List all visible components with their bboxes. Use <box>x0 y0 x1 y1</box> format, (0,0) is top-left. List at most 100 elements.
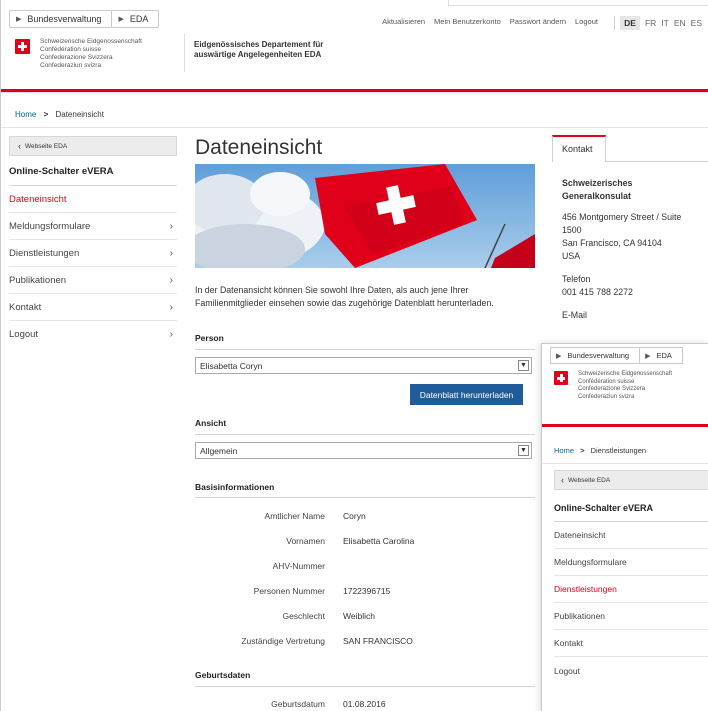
back-label: Webseite EDA <box>568 476 611 484</box>
download-datasheet-button[interactable]: Datenblatt herunterladen <box>410 384 523 405</box>
field-value: Coryn <box>343 511 366 521</box>
department-line: Eidgenössisches Departement für <box>194 40 324 49</box>
lang-de[interactable]: DE <box>620 16 640 30</box>
triangle-right-icon: ▶ <box>118 16 124 23</box>
crumb-label: Bundesverwaltung <box>567 351 630 360</box>
field-key: Zuständige Vertretung <box>241 636 325 646</box>
chevron-right-icon: › <box>169 247 173 259</box>
main-page: nebenmerkblatt ▶ Bundesverwaltung ▶ EDA Ak… <box>0 0 708 711</box>
crumb-bundesverwaltung[interactable]: ▶ Bundesverwaltung <box>9 10 113 28</box>
crumb-label: EDA <box>129 14 149 24</box>
sidebar-item-meldungsformulare[interactable]: Meldungsformulare› <box>9 213 177 240</box>
lang-line: Schweizerische Eidgenossenschaft <box>40 38 142 45</box>
sidebar-item-kontakt[interactable]: Kontakt› <box>554 630 708 657</box>
sidebar-item-label: Meldungsformulare <box>9 220 91 232</box>
sidebar-item-label: Dienstleistungen <box>554 584 617 594</box>
chevron-left-icon: ‹ <box>561 475 564 485</box>
sidebar-title: Online-Schalter eVERA <box>9 166 177 186</box>
user-links: Aktualisieren Mein Benutzerkonto Passwor… <box>382 17 598 26</box>
field-key: Vornamen <box>286 536 325 546</box>
crumb-bundesverwaltung[interactable]: ▶ Bundesverwaltung <box>550 347 641 364</box>
field-value: 01.08.2016 <box>343 699 386 709</box>
chevron-left-icon: ‹ <box>18 141 21 151</box>
link-change-password[interactable]: Passwort ändern <box>510 17 566 26</box>
crumb-label: Bundesverwaltung <box>27 14 102 24</box>
triangle-right-icon: ▶ <box>645 352 651 360</box>
swiss-flags-illustration <box>195 164 535 268</box>
field-key: Personen Nummer <box>253 586 325 596</box>
link-refresh[interactable]: Aktualisieren <box>382 17 425 26</box>
divider <box>1 127 708 128</box>
mobile-view-screenshot: ▶ Bundesverwaltung ▶ EDA Schweizerische Ei… <box>541 343 708 711</box>
person-select[interactable]: Elisabetta Coryn ▼ <box>195 357 532 374</box>
department-line: auswärtige Angelegenheiten EDA <box>194 50 322 59</box>
sidebar-item-label: Publikationen <box>554 611 606 621</box>
breadcrumb-current: Dienstleistungen <box>590 446 647 455</box>
swiss-flag-icon <box>15 39 30 54</box>
breadcrumb-home[interactable]: Home <box>554 446 574 455</box>
breadcrumb-separator: > <box>580 446 585 455</box>
person-select-value: Elisabetta Coryn <box>200 360 263 371</box>
crumb-eda[interactable]: ▶ EDA <box>111 10 160 28</box>
breadcrumb: Home > Dateneinsicht <box>15 110 104 119</box>
lang-es[interactable]: ES <box>691 18 702 28</box>
contact-phone-label: Telefon <box>562 274 591 284</box>
divider <box>614 16 616 30</box>
sidebar-item-dienstleistungen[interactable]: Dienstleistungen <box>554 576 708 603</box>
person-label: Person <box>195 333 224 343</box>
sidebar-item-dienstleistungen[interactable]: Dienstleistungen › <box>9 240 177 267</box>
ansicht-select[interactable]: Allgemein ▼ <box>195 442 532 459</box>
language-switcher: DE FR IT EN ES <box>608 12 708 34</box>
chevron-right-icon: › <box>169 301 173 313</box>
basis-label: Basisinformationen <box>195 482 275 492</box>
confederation-names: Schweizerische Eidgenossenschaft Confédé… <box>40 38 142 70</box>
sidebar-item-label: Publikationen <box>9 274 67 286</box>
breadcrumb-home[interactable]: Home <box>15 110 36 119</box>
sidebar-item-dateneinsicht[interactable]: Dateneinsicht› <box>554 522 708 549</box>
link-logout[interactable]: Logout <box>575 17 598 26</box>
field-key: Geburtsdatum <box>271 699 325 709</box>
lang-line: Confederaziun svizra <box>578 393 635 400</box>
lang-line: Confederazione Svizzera <box>578 386 646 392</box>
divider <box>195 434 535 435</box>
confederation-logo[interactable]: Schweizerische Eidgenossenschaft Confédé… <box>554 371 672 401</box>
intro-text: In der Datenansicht können Sie sowohl Ih… <box>195 285 494 308</box>
lang-line: Confédération suisse <box>40 46 102 53</box>
sidebar-item-logout[interactable]: Logout› <box>9 321 177 348</box>
sidebar-item-label: Dateneinsicht <box>9 193 67 205</box>
sidebar-item-publikationen[interactable]: Publikationen› <box>9 267 177 294</box>
contact-address: San Francisco, CA 94104 <box>562 238 662 248</box>
chevron-down-icon: ▼ <box>518 360 529 371</box>
sidebar: ‹ Webseite EDA Online-Schalter eVERA Dat… <box>9 136 177 348</box>
lang-it[interactable]: IT <box>661 18 669 28</box>
back-to-website-button[interactable]: ‹ Webseite EDA <box>554 470 708 490</box>
sidebar-item-meldungsformulare[interactable]: Meldungsformulare› <box>554 549 708 576</box>
field-value: Elisabetta Carolina <box>343 536 415 546</box>
sidebar-item-publikationen[interactable]: Publikationen› <box>554 603 708 630</box>
lang-line: Confédération suisse <box>578 378 635 385</box>
triangle-right-icon: ▶ <box>16 16 22 23</box>
sidebar-item-kontakt[interactable]: Kontakt› <box>9 294 177 321</box>
ansicht-label: Ansicht <box>195 418 227 428</box>
confederation-logo[interactable]: Schweizerische Eidgenossenschaft Confédé… <box>15 38 142 70</box>
sidebar-item-dateneinsicht[interactable]: Dateneinsicht <box>9 186 177 213</box>
back-label: Webseite EDA <box>25 142 68 150</box>
lang-en[interactable]: EN <box>674 18 686 28</box>
crumb-eda[interactable]: ▶ EDA <box>639 347 683 364</box>
swiss-flag-icon <box>554 371 568 385</box>
department-name: Eidgenössisches Departement für auswärti… <box>194 40 323 60</box>
overlay-crumb-bar: ▶ Bundesverwaltung ▶ EDA <box>550 347 683 364</box>
sidebar-item-logout[interactable]: Logout› <box>554 657 708 684</box>
field-key: AHV-Nummer <box>272 561 325 571</box>
link-account[interactable]: Mein Benutzerkonto <box>434 17 501 26</box>
lang-fr[interactable]: FR <box>645 18 656 28</box>
contact-phone: 001 415 788 2272 <box>562 287 633 297</box>
back-to-website-button[interactable]: ‹ Webseite EDA <box>9 136 177 156</box>
sidebar-item-label: Dateneinsicht <box>554 530 606 540</box>
field-value: 1722396715 <box>343 586 391 596</box>
background-window-text: nebenmerkblatt <box>620 0 668 2</box>
page-title: Dateneinsicht <box>195 136 323 159</box>
tab-kontakt[interactable]: Kontakt <box>552 135 606 162</box>
sidebar-item-label: Dienstleistungen <box>9 247 80 259</box>
sidebar-item-label: Kontakt <box>554 638 583 648</box>
